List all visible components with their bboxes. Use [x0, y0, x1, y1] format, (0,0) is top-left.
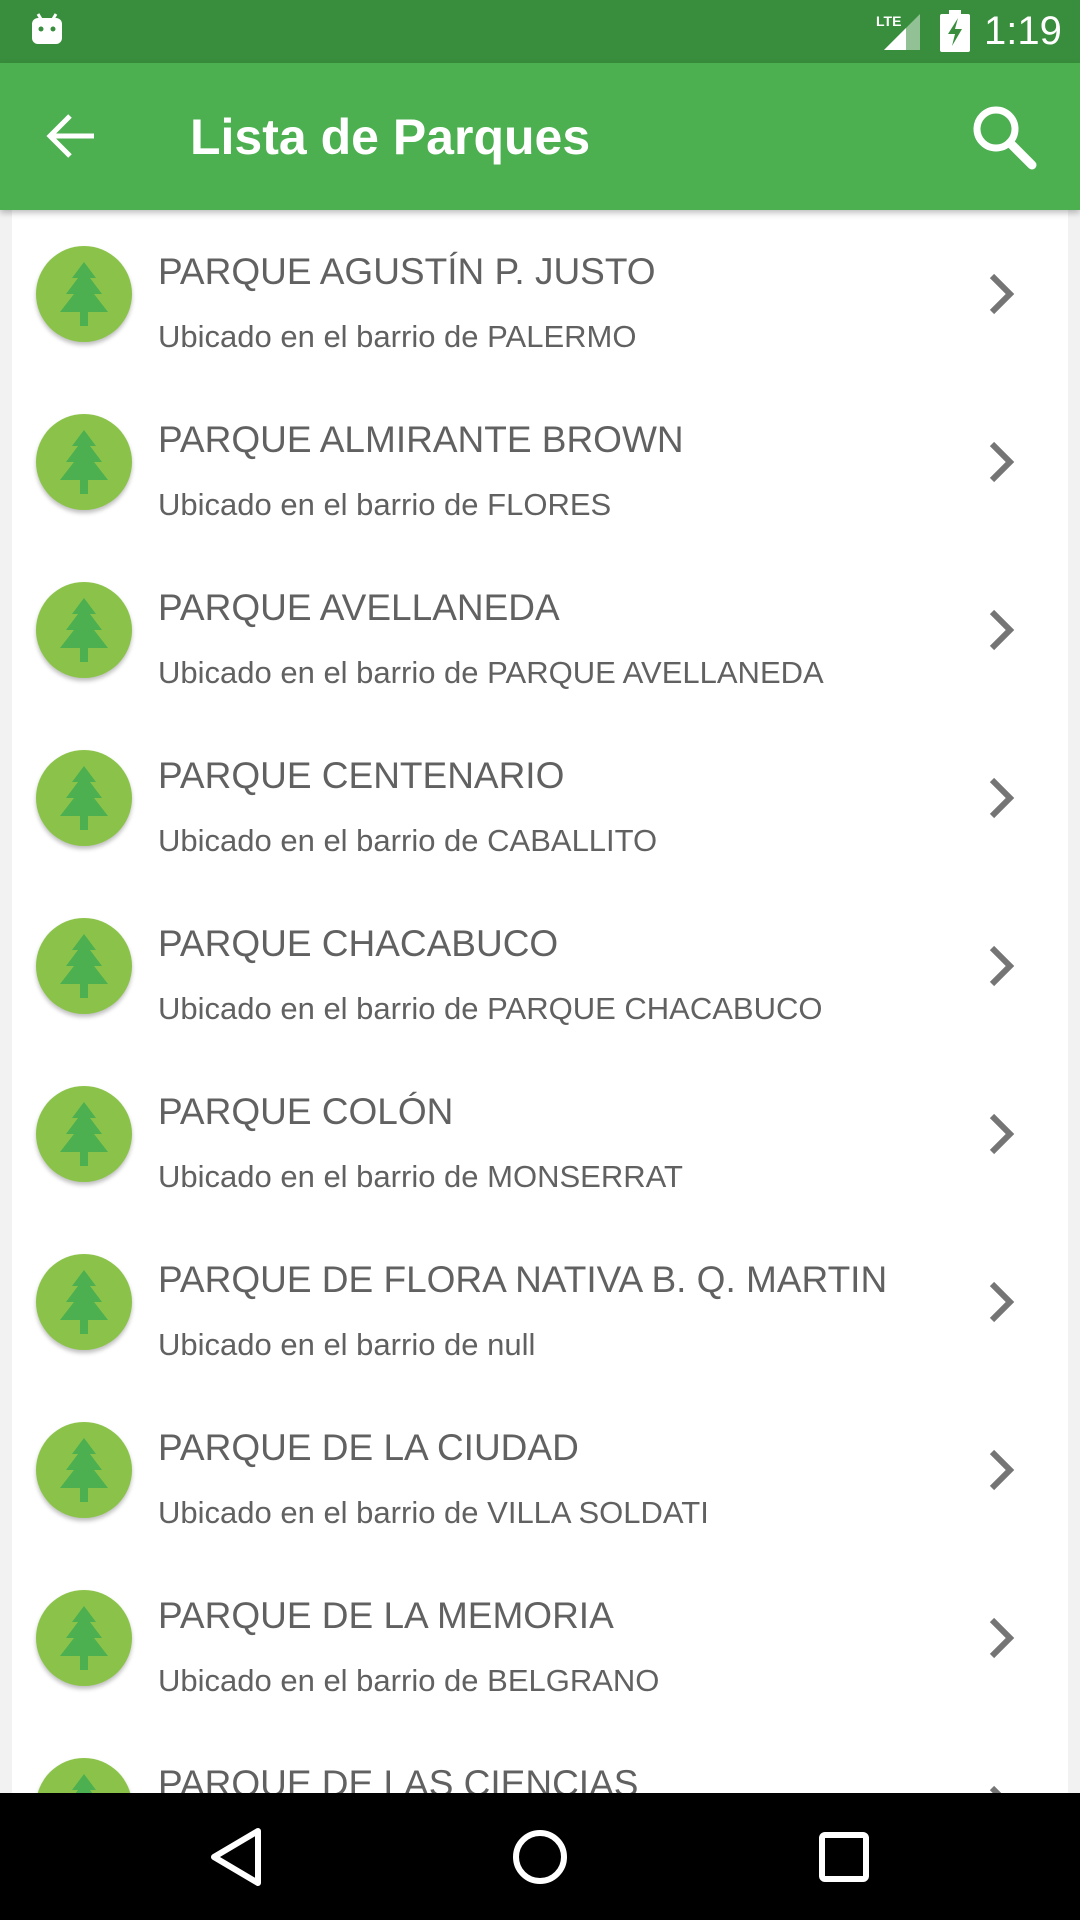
- tree-icon: [60, 598, 108, 662]
- tree-icon: [72, 1774, 96, 1793]
- park-name: PARQUE AVELLANEDA: [158, 587, 560, 628]
- park-name: PARQUE AGUSTÍN P. JUSTO: [158, 251, 656, 292]
- park-location: Ubicado en el barrio de null: [158, 1327, 536, 1362]
- android-icon: [32, 13, 62, 44]
- tree-icon: [60, 1438, 108, 1502]
- tree-icon: [60, 262, 108, 326]
- parks-list[interactable]: PARQUE AGUSTÍN P. JUSTO Ubicado en el ba…: [12, 210, 1068, 1793]
- chevron-right-icon: [989, 441, 1015, 483]
- park-name: PARQUE COLÓN: [158, 1091, 454, 1132]
- park-list-item[interactable]: PARQUE AGUSTÍN P. JUSTO Ubicado en el ba…: [12, 210, 1068, 378]
- tree-icon: [60, 766, 108, 830]
- park-avatar: [36, 414, 132, 510]
- park-location: Ubicado en el barrio de PARQUE AVELLANED…: [158, 655, 824, 690]
- park-list-item[interactable]: PARQUE COLÓN Ubicado en el barrio de MON…: [12, 1050, 1068, 1218]
- tree-icon: [60, 1102, 108, 1166]
- park-list-item[interactable]: PARQUE DE LAS CIENCIAS: [12, 1722, 1068, 1793]
- park-name: PARQUE CHACABUCO: [158, 923, 559, 964]
- arrow-back-icon[interactable]: [40, 108, 104, 164]
- park-list-item[interactable]: PARQUE AVELLANEDA Ubicado en el barrio d…: [12, 546, 1068, 714]
- lte-signal-icon: LTE: [876, 13, 920, 50]
- battery-charging-icon: [940, 10, 970, 52]
- recents-square-icon[interactable]: [808, 1821, 880, 1893]
- app-toolbar: Lista de Parques: [0, 63, 1080, 210]
- park-avatar: [36, 246, 132, 342]
- park-name: PARQUE CENTENARIO: [158, 755, 565, 796]
- park-list-item[interactable]: PARQUE CHACABUCO Ubicado en el barrio de…: [12, 882, 1068, 1050]
- park-avatar: [36, 1254, 132, 1350]
- park-location: Ubicado en el barrio de CABALLITO: [158, 823, 658, 858]
- home-circle-icon[interactable]: [504, 1821, 576, 1893]
- tree-icon: [60, 934, 108, 998]
- park-name: PARQUE ALMIRANTE BROWN: [158, 419, 684, 460]
- park-location: Ubicado en el barrio de PARQUE CHACABUCO: [158, 991, 823, 1026]
- park-avatar: [36, 1086, 132, 1182]
- status-bar: LTE 1:19: [0, 0, 1080, 63]
- chevron-right-icon: [989, 1281, 1015, 1323]
- chevron-right-icon: [989, 273, 1015, 315]
- park-location: Ubicado en el barrio de BELGRANO: [158, 1663, 660, 1698]
- tree-icon: [60, 430, 108, 494]
- chevron-right-icon: [989, 1617, 1015, 1659]
- park-name: PARQUE DE LA MEMORIA: [158, 1595, 614, 1636]
- park-list-item[interactable]: PARQUE CENTENARIO Ubicado en el barrio d…: [12, 714, 1068, 882]
- chevron-right-icon: [989, 945, 1015, 987]
- back-triangle-icon[interactable]: [200, 1821, 272, 1893]
- network-label: LTE: [876, 13, 901, 29]
- park-avatar: [36, 582, 132, 678]
- tree-icon: [60, 1606, 108, 1670]
- status-time: 1:19: [984, 9, 1062, 53]
- park-name: PARQUE DE FLORA NATIVA B. Q. MARTIN: [158, 1259, 888, 1300]
- chevron-right-icon: [989, 777, 1015, 819]
- park-avatar: [36, 918, 132, 1014]
- search-icon[interactable]: [968, 101, 1040, 173]
- park-name: PARQUE DE LAS CIENCIAS: [158, 1763, 639, 1793]
- chevron-right-icon: [989, 1113, 1015, 1155]
- park-avatar: [36, 1758, 132, 1793]
- tree-icon: [60, 1270, 108, 1334]
- chevron-right-icon: [989, 1449, 1015, 1491]
- park-list-item[interactable]: PARQUE DE LA CIUDAD Ubicado en el barrio…: [12, 1386, 1068, 1554]
- page-title: Lista de Parques: [190, 109, 591, 165]
- chevron-right-icon: [989, 609, 1015, 651]
- park-location: Ubicado en el barrio de VILLA SOLDATI: [158, 1495, 709, 1530]
- park-location: Ubicado en el barrio de PALERMO: [158, 319, 637, 354]
- park-avatar: [36, 1590, 132, 1686]
- navigation-bar: [0, 1793, 1080, 1920]
- park-avatar: [36, 1422, 132, 1518]
- park-list-item[interactable]: PARQUE DE FLORA NATIVA B. Q. MARTIN Ubic…: [12, 1218, 1068, 1386]
- park-list-item[interactable]: PARQUE DE LA MEMORIA Ubicado en el barri…: [12, 1554, 1068, 1722]
- park-avatar: [36, 750, 132, 846]
- chevron-right-icon: [989, 1785, 1002, 1793]
- park-name: PARQUE DE LA CIUDAD: [158, 1427, 579, 1468]
- park-location: Ubicado en el barrio de MONSERRAT: [158, 1159, 683, 1194]
- park-location: Ubicado en el barrio de FLORES: [158, 487, 612, 522]
- park-list-item[interactable]: PARQUE ALMIRANTE BROWN Ubicado en el bar…: [12, 378, 1068, 546]
